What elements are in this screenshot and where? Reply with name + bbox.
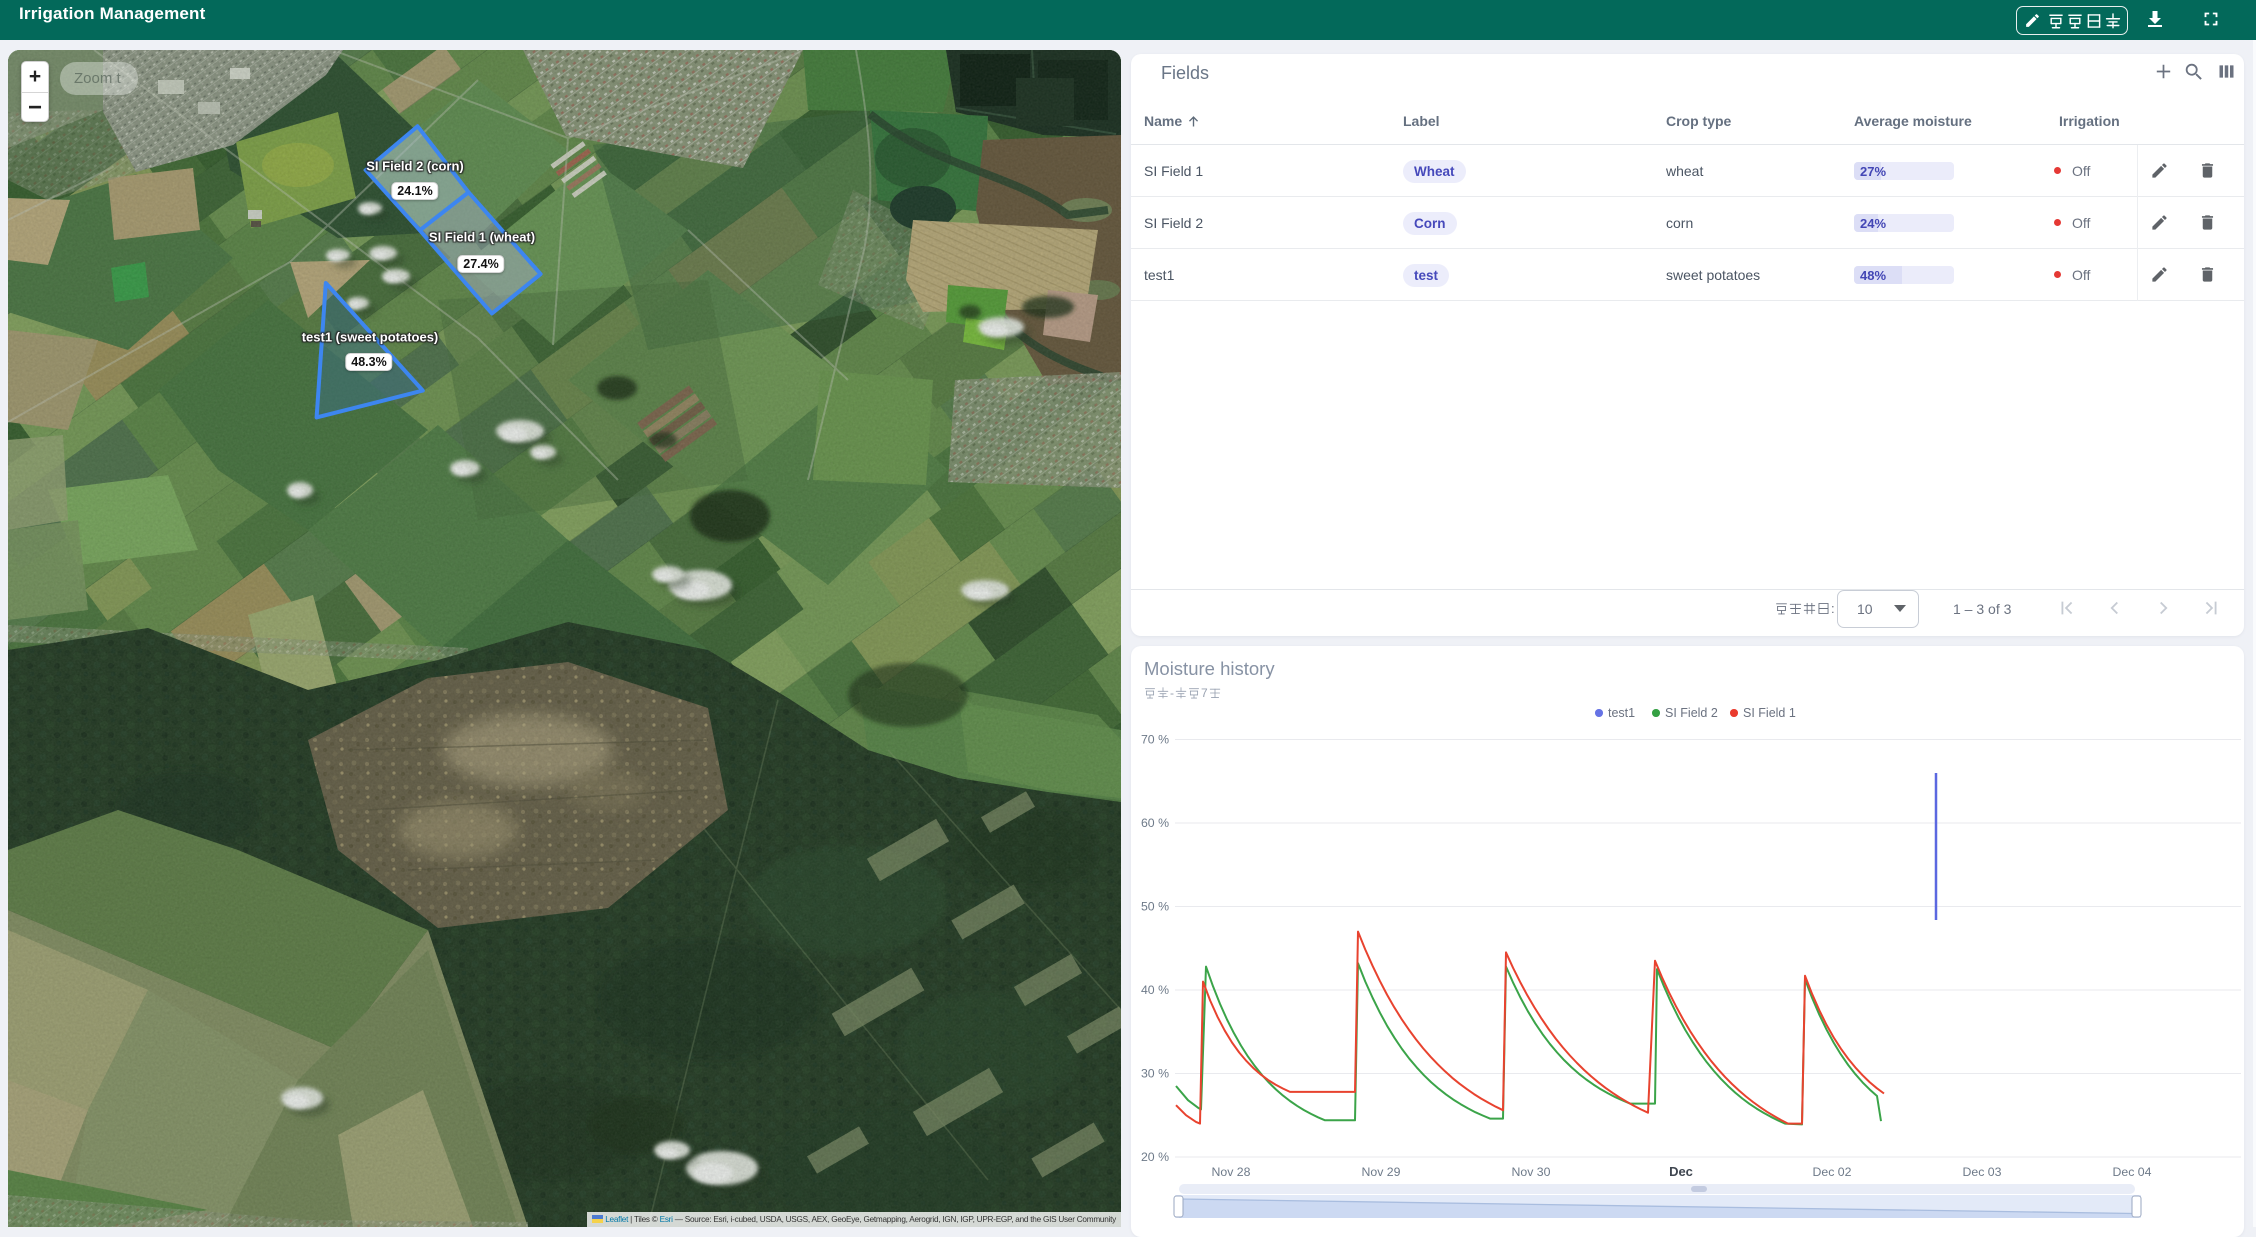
svg-text:Nov 28: Nov 28 xyxy=(1212,1165,1251,1179)
svg-text:50 %: 50 % xyxy=(1141,900,1169,914)
svg-text:30 %: 30 % xyxy=(1141,1067,1169,1081)
svg-text:Dec 03: Dec 03 xyxy=(1963,1165,2002,1179)
svg-text:70 %: 70 % xyxy=(1141,733,1169,747)
svg-text:Nov 29: Nov 29 xyxy=(1362,1165,1401,1179)
svg-text:Dec: Dec xyxy=(1669,1164,1693,1179)
svg-text:Nov 30: Nov 30 xyxy=(1512,1165,1551,1179)
svg-text:60 %: 60 % xyxy=(1141,816,1169,830)
svg-text:20 %: 20 % xyxy=(1141,1150,1169,1164)
svg-text:Dec 02: Dec 02 xyxy=(1813,1165,1852,1179)
svg-text:Dec 04: Dec 04 xyxy=(2113,1165,2152,1179)
svg-text:40 %: 40 % xyxy=(1141,983,1169,997)
